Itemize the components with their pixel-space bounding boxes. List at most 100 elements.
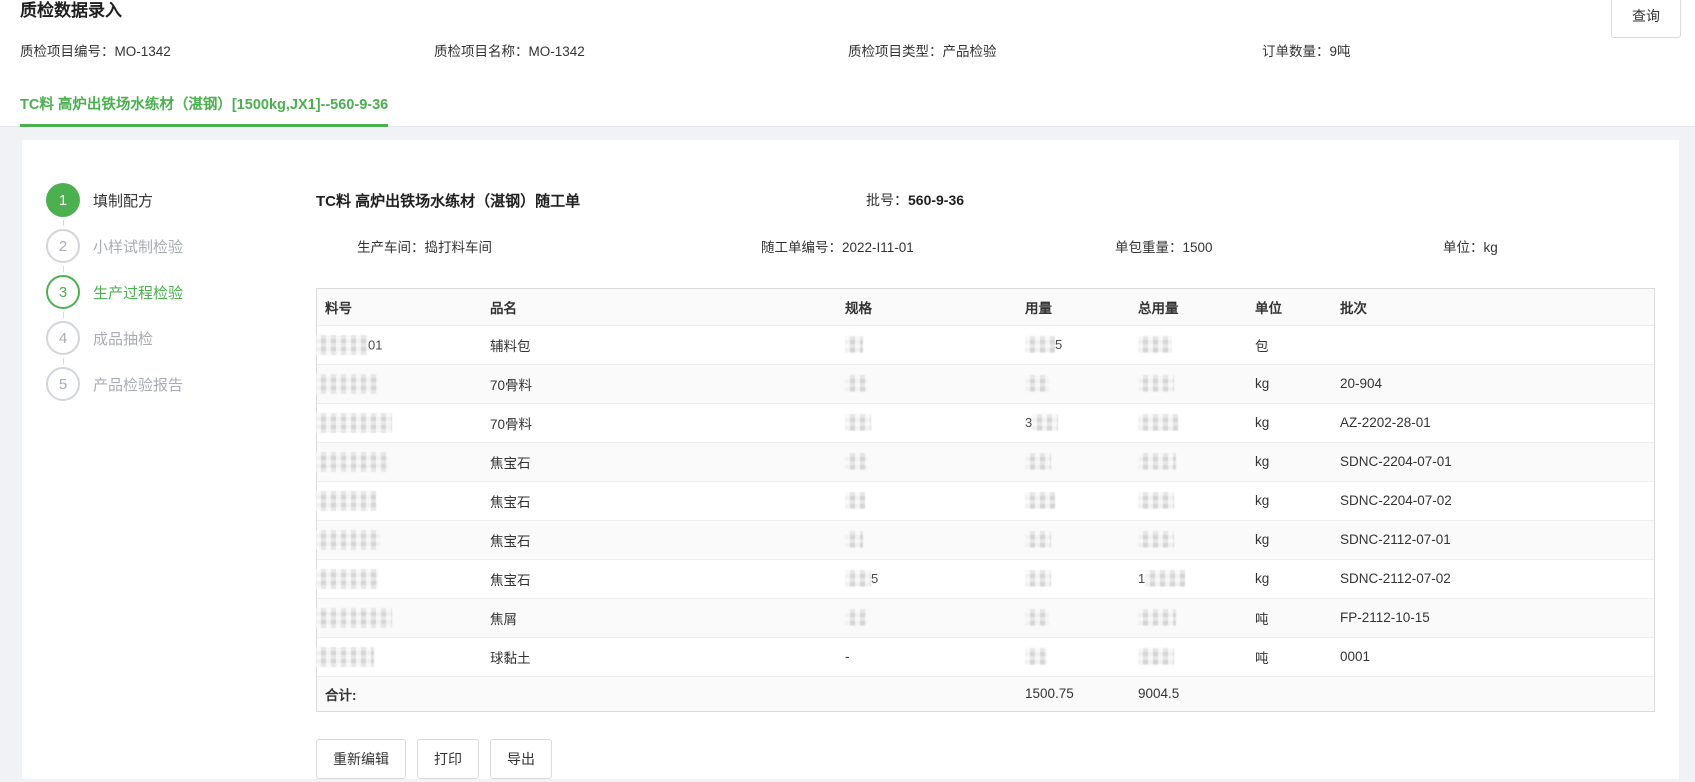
redacted-value xyxy=(316,530,380,550)
total-value xyxy=(1332,676,1654,711)
cell-material_no xyxy=(317,520,482,559)
cell-material_no xyxy=(317,559,482,598)
step-label: 生产过程检验 xyxy=(93,282,183,303)
cell-spec xyxy=(837,325,1017,364)
cell-usage xyxy=(1017,520,1130,559)
cell-total_usage xyxy=(1130,442,1247,481)
worksheet-title: TC料 高炉出铁场水练材（湛钢）随工单 xyxy=(316,190,580,211)
cell-usage xyxy=(1017,442,1130,481)
cell-name: 焦宝石 xyxy=(482,520,837,559)
project-info-field-3: 质检项目类型：产品检验 xyxy=(848,40,1262,60)
worksheet-info-field-1: 生产车间：捣打料车间 xyxy=(357,236,761,256)
cell-batch xyxy=(1332,325,1654,364)
field-value: MO-1342 xyxy=(115,44,171,59)
cell-batch: FP-2112-10-15 xyxy=(1332,598,1654,637)
step-label: 产品检验报告 xyxy=(93,374,183,395)
tab-worksheet[interactable]: TC料 高炉出铁场水练材（湛钢）[1500kg,JX1]--560-9-36 xyxy=(20,97,388,127)
redacted-visible-fragment: 01 xyxy=(368,337,382,352)
worksheet-info-field-4: 单位：kg xyxy=(1443,236,1498,256)
cell-spec xyxy=(837,481,1017,520)
redacted-value xyxy=(845,492,865,509)
cell-unit: 吨 xyxy=(1247,598,1332,637)
table-header-row: 料号品名规格用量总用量单位批次 xyxy=(317,289,1654,325)
table-row-3: 70骨料3kgAZ-2202-28-01 xyxy=(317,403,1654,442)
cell-total_usage xyxy=(1130,364,1247,403)
cell-batch: 20-904 xyxy=(1332,364,1654,403)
cell-usage xyxy=(1017,364,1130,403)
cell-name: 70骨料 xyxy=(482,364,837,403)
table-row-9: 球黏土-吨0001 xyxy=(317,637,1654,676)
cell-unit: kg xyxy=(1247,481,1332,520)
total-value: 9004.5 xyxy=(1130,676,1247,711)
redacted-value xyxy=(1138,492,1174,509)
step-number: 5 xyxy=(46,367,80,401)
redacted-value xyxy=(1138,336,1172,353)
redacted-value xyxy=(316,491,376,511)
redacted-value xyxy=(1025,609,1049,626)
cell-material_no xyxy=(317,481,482,520)
redacted-value xyxy=(845,531,863,548)
redacted-value xyxy=(1025,375,1049,392)
column-header-6: 单位 xyxy=(1247,289,1332,325)
cell-material_no xyxy=(317,403,482,442)
step-5[interactable]: 5 产品检验报告 xyxy=(46,367,306,401)
step-2[interactable]: 2 小样试制检验 xyxy=(46,229,306,263)
step-label: 成品抽检 xyxy=(93,328,153,349)
field-value: 1500 xyxy=(1183,240,1213,255)
redacted-value xyxy=(1138,609,1176,626)
field-label: 单包重量： xyxy=(1115,240,1183,255)
reedit-button[interactable]: 重新编辑 xyxy=(316,739,406,779)
cell-total_usage xyxy=(1130,403,1247,442)
redacted-visible-fragment: 3 xyxy=(1025,415,1032,430)
step-1[interactable]: 1填制配方 xyxy=(46,183,306,217)
cell-spec xyxy=(837,403,1017,442)
project-info-field-1: 质检项目编号：MO-1342 xyxy=(20,40,434,60)
redacted-visible-fragment: 1 xyxy=(1138,571,1145,586)
column-header-2: 品名 xyxy=(482,289,837,325)
cell-unit: 包 xyxy=(1247,325,1332,364)
redacted-value xyxy=(1138,648,1174,665)
step-number: 1 xyxy=(46,183,80,217)
cell-usage xyxy=(1017,481,1130,520)
cell-batch: AZ-2202-28-01 xyxy=(1332,403,1654,442)
redacted-value xyxy=(1032,414,1058,431)
print-button[interactable]: 打印 xyxy=(417,739,479,779)
query-button[interactable]: 查询 xyxy=(1611,0,1681,38)
cell-unit: kg xyxy=(1247,559,1332,598)
cell-spec xyxy=(837,442,1017,481)
redacted-value xyxy=(316,569,378,589)
batch-value: 560-9-36 xyxy=(908,192,964,208)
step-label: 小样试制检验 xyxy=(93,236,183,257)
cell-usage xyxy=(1017,598,1130,637)
cell-spec: 5 xyxy=(837,559,1017,598)
redacted-value xyxy=(1025,570,1051,587)
redacted-value xyxy=(1025,531,1051,548)
cell-total_usage xyxy=(1130,325,1247,364)
redacted-value xyxy=(316,647,374,667)
step-number: 2 xyxy=(46,229,80,263)
materials-table: 料号品名规格用量总用量单位批次 01辅料包5包70骨料kg20-90470骨料3… xyxy=(316,288,1655,712)
table-row-8: 焦屑吨FP-2112-10-15 xyxy=(317,598,1654,637)
export-button[interactable]: 导出 xyxy=(490,739,552,779)
cell-unit: kg xyxy=(1247,403,1332,442)
redacted-value xyxy=(316,374,378,394)
redacted-value xyxy=(845,570,871,587)
redacted-value xyxy=(845,453,867,470)
cell-name: 焦宝石 xyxy=(482,559,837,598)
step-4[interactable]: 4成品抽检 xyxy=(46,321,306,355)
field-value: 2022-I11-01 xyxy=(842,240,914,255)
cell-total_usage xyxy=(1130,520,1247,559)
cell-material_no xyxy=(317,442,482,481)
redacted-value xyxy=(1025,492,1055,509)
field-label: 生产车间： xyxy=(357,240,425,255)
cell-spec: - xyxy=(837,637,1017,676)
cell-total_usage xyxy=(1130,598,1247,637)
total-value xyxy=(482,676,837,711)
redacted-value xyxy=(1138,414,1178,431)
action-buttons: 重新编辑打印导出 xyxy=(316,739,552,779)
column-header-4: 用量 xyxy=(1017,289,1130,325)
cell-total_usage xyxy=(1130,481,1247,520)
step-3[interactable]: 3生产过程检验 xyxy=(46,275,306,309)
total-label: 合计: xyxy=(317,676,482,711)
page-title: 质检数据录入 xyxy=(20,0,122,22)
